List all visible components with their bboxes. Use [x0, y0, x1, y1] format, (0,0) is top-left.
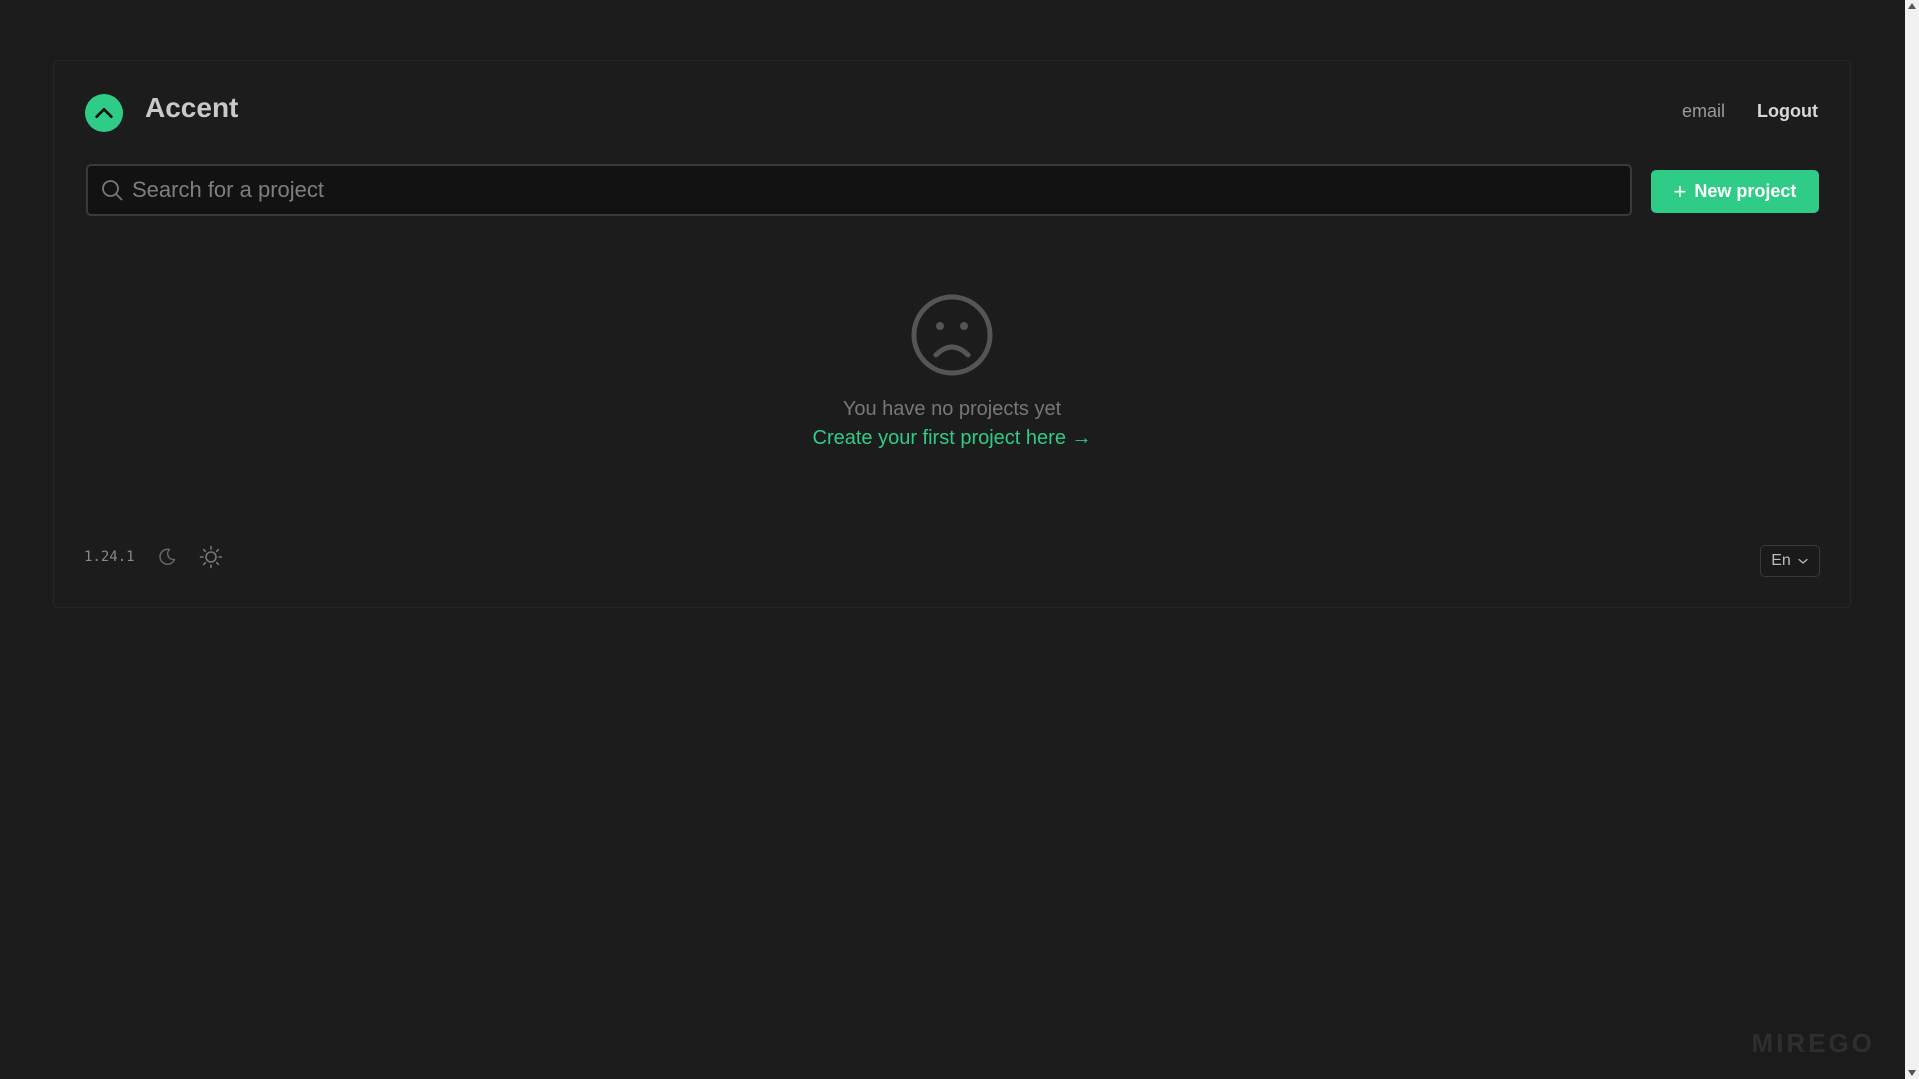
plus-icon: + — [1673, 178, 1687, 204]
search-bar[interactable] — [86, 164, 1632, 216]
version-label: 1.24.1 — [84, 549, 135, 565]
moon-icon[interactable] — [155, 545, 179, 569]
chevron-down-icon — [1798, 558, 1808, 564]
footer-left: 1.24.1 — [84, 545, 223, 569]
new-project-button[interactable]: + New project — [1651, 170, 1819, 213]
create-first-project-link[interactable]: Create your first project here → — [54, 427, 1850, 450]
app-title: Accent — [145, 92, 239, 123]
empty-state: You have no projects yet Create your fir… — [54, 293, 1850, 450]
sun-icon[interactable] — [199, 545, 223, 569]
search-input[interactable] — [130, 176, 1614, 204]
search-icon — [98, 176, 126, 204]
app-logo[interactable] — [85, 94, 123, 132]
sad-face-icon — [911, 294, 993, 376]
logout-button[interactable]: Logout — [1757, 101, 1818, 122]
empty-message: You have no projects yet — [842, 398, 1062, 420]
language-value: En — [1771, 552, 1791, 569]
page-scrollbar[interactable] — [1905, 0, 1919, 1079]
new-project-label: New project — [1694, 181, 1797, 201]
scroll-down-icon[interactable] — [1908, 1070, 1916, 1076]
chevron-up-icon — [95, 107, 113, 119]
scroll-up-icon[interactable] — [1908, 3, 1916, 9]
projects-card: Accent email Logout + New project You ha… — [53, 60, 1851, 608]
mirego-watermark: MIREGO — [1751, 1028, 1875, 1058]
user-menu: email Logout — [1682, 101, 1818, 122]
language-select[interactable]: En — [1760, 545, 1820, 577]
user-email: email — [1682, 101, 1726, 121]
